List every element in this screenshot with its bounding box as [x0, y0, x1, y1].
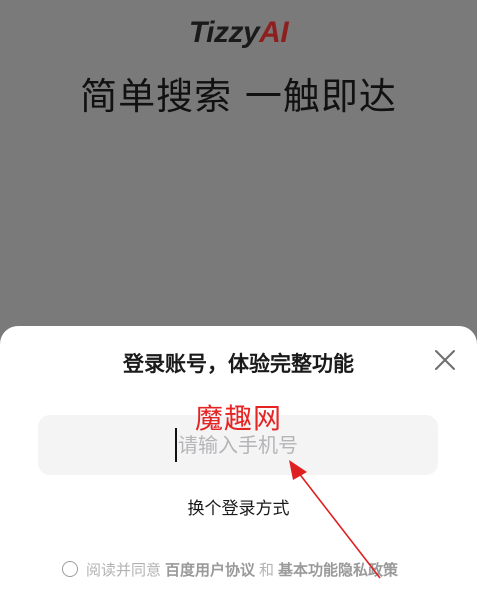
annotation-arrow-icon: [289, 460, 381, 579]
